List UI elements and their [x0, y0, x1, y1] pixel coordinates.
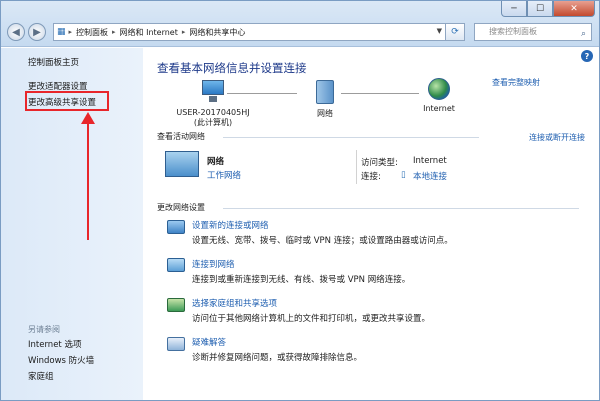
maximize-icon: ☐ [535, 3, 545, 14]
connect-network-icon [167, 258, 185, 272]
see-also-heading: 另请参阅 [28, 325, 60, 334]
computer-name: USER-20170405HJ [176, 108, 250, 117]
close-button[interactable]: ✕ [553, 1, 595, 17]
troubleshoot-icon [167, 337, 185, 351]
map-node-network: 网络 [303, 80, 347, 119]
back-arrow-icon: ◀ [12, 26, 20, 38]
main-content: ? 查看基本网络信息并设置连接 查看完整映射 USER-20170405HJ (… [143, 48, 599, 400]
breadcrumb-control-panel[interactable]: 控制面板 [72, 27, 112, 38]
task-setup-connection-desc: 设置无线、宽带、拨号、临时或 VPN 连接；或设置路由器或访问点。 [192, 236, 453, 246]
connections-label: 连接: [361, 172, 381, 182]
map-node-computer: USER-20170405HJ (此计算机) [173, 80, 253, 128]
globe-icon [428, 78, 450, 100]
breadcrumb-network-internet[interactable]: 网络和 Internet [116, 27, 182, 38]
task-troubleshoot-desc: 诊断并修复网络问题，或获得故障排除信息。 [192, 353, 363, 363]
computer-icon [202, 80, 224, 104]
sidebar-item-windows-firewall[interactable]: Windows 防火墙 [28, 354, 94, 366]
task-homegroup-sharing-desc: 访问位于其他网络计算机上的文件和打印机，或更改共享设置。 [192, 314, 431, 324]
window-controls: ─ ☐ ✕ [501, 1, 595, 17]
access-type-value: Internet [413, 156, 447, 166]
breadcrumb-network-sharing-center[interactable]: 网络和共享中心 [185, 27, 249, 38]
sidebar-item-homegroup[interactable]: 家庭组 [28, 370, 54, 382]
back-button[interactable]: ◀ [7, 23, 25, 41]
section-divider [223, 208, 579, 209]
active-networks-heading: 查看活动网络 [157, 132, 205, 141]
page-title: 查看基本网络信息并设置连接 [157, 61, 307, 75]
sidebar-item-control-panel-home[interactable]: 控制面板主页 [28, 56, 79, 68]
connect-disconnect-link[interactable]: 连接或断开连接 [529, 132, 585, 143]
network-sharing-center-window: ─ ☐ ✕ ◀ ▶ ▦ ▸ 控制面板 ▸ 网络和 Internet ▸ 网络和共… [0, 0, 600, 401]
internet-label: Internet [423, 104, 455, 113]
help-icon[interactable]: ? [581, 50, 593, 62]
view-full-map-link[interactable]: 查看完整映射 [492, 77, 540, 88]
network-label: 网络 [317, 109, 333, 118]
map-node-internet: Internet [415, 78, 463, 113]
refresh-icon: ⟳ [451, 27, 459, 37]
work-network-icon [165, 151, 199, 177]
address-dropdown-icon[interactable]: ▼ [437, 27, 442, 35]
task-connect-network-desc: 连接到或重新连接到无线、有线、拨号或 VPN 网络连接。 [192, 275, 411, 285]
local-connection-icon: ▯ [401, 170, 406, 180]
map-connector [341, 93, 419, 94]
forward-button[interactable]: ▶ [28, 23, 46, 41]
minimize-button[interactable]: ─ [501, 1, 527, 17]
sidebar-item-internet-options[interactable]: Internet 选项 [28, 338, 81, 350]
title-bar: ─ ☐ ✕ ◀ ▶ ▦ ▸ 控制面板 ▸ 网络和 Internet ▸ 网络和共… [1, 1, 599, 47]
section-divider [223, 137, 479, 138]
task-connect-network-link[interactable]: 连接到网络 [192, 258, 235, 270]
access-type-label: 访问类型: [361, 158, 398, 168]
maximize-button[interactable]: ☐ [527, 1, 553, 17]
forward-arrow-icon: ▶ [33, 26, 41, 38]
search-input[interactable]: 搜索控制面板 ⌕ [474, 23, 592, 41]
local-connection-link[interactable]: 本地连接 [413, 170, 447, 182]
search-placeholder: 搜索控制面板 [489, 27, 537, 36]
minimize-icon: ─ [511, 3, 517, 14]
network-type-link[interactable]: 工作网络 [207, 169, 241, 181]
address-bar[interactable]: ▦ ▸ 控制面板 ▸ 网络和 Internet ▸ 网络和共享中心 ▼ [53, 23, 465, 41]
change-settings-heading: 更改网络设置 [157, 203, 205, 212]
task-troubleshoot-link[interactable]: 疑难解答 [192, 336, 226, 348]
search-icon[interactable]: ⌕ [581, 26, 586, 42]
sidebar: 控制面板主页 更改适配器设置 更改高级共享设置 另请参阅 Internet 选项… [1, 48, 143, 400]
task-homegroup-sharing-link[interactable]: 选择家庭组和共享选项 [192, 297, 277, 309]
homegroup-sharing-icon [167, 298, 185, 312]
red-arrow-shaft [87, 120, 89, 240]
network-icon [316, 80, 334, 104]
active-network-name: 网络 [207, 157, 225, 167]
task-setup-connection-link[interactable]: 设置新的连接或网络 [192, 219, 269, 231]
new-connection-icon [167, 220, 185, 234]
highlight-box [25, 91, 109, 111]
control-panel-icon: ▦ [57, 27, 66, 37]
close-icon: ✕ [570, 3, 578, 14]
computer-sub: (此计算机) [193, 118, 233, 127]
refresh-button[interactable]: ⟳ [445, 23, 465, 41]
info-divider [356, 150, 357, 184]
